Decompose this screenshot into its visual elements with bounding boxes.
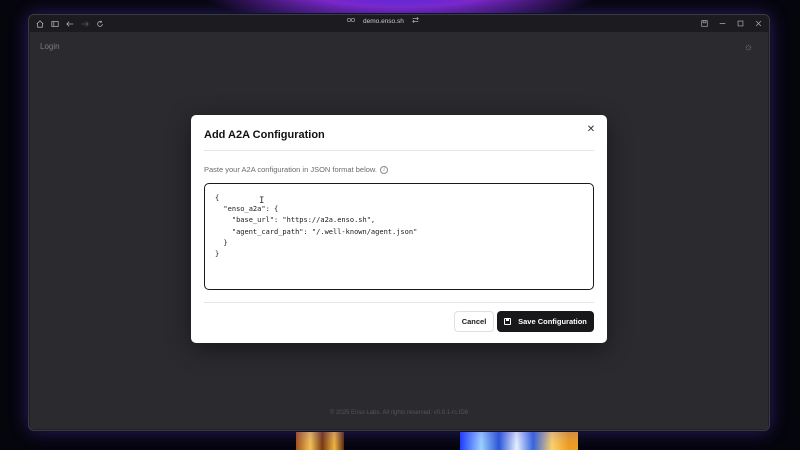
- reload-icon[interactable]: [92, 16, 107, 31]
- json-config-value[interactable]: { "enso_a2a": { "base_url": "https://a2a…: [215, 193, 583, 260]
- save-icon: [504, 318, 512, 325]
- browser-titlebar: demo.enso.sh: [29, 15, 769, 32]
- arrow-right-icon[interactable]: [77, 16, 92, 31]
- close-icon[interactable]: ✕: [585, 124, 597, 136]
- wallpaper-strip-right: [460, 430, 578, 450]
- dialog-divider-bottom: [204, 302, 594, 303]
- arrow-left-icon[interactable]: [62, 16, 77, 31]
- dialog-description-row: Paste your A2A configuration in JSON for…: [204, 165, 389, 174]
- link-icon: [347, 17, 355, 25]
- text-cursor-icon: I: [259, 196, 265, 206]
- info-icon[interactable]: i: [380, 165, 389, 174]
- swap-icon[interactable]: [412, 16, 419, 25]
- save-button-label: Save Configuration: [518, 317, 587, 326]
- close-window-icon[interactable]: [749, 16, 767, 31]
- dialog-description: Paste your A2A configuration in JSON for…: [204, 165, 378, 174]
- theme-toggle-icon[interactable]: ☼: [744, 42, 753, 53]
- save-page-icon[interactable]: [695, 16, 713, 31]
- home-icon[interactable]: [32, 16, 47, 31]
- address-bar-url[interactable]: demo.enso.sh: [363, 18, 404, 25]
- tabs-icon[interactable]: [47, 16, 62, 31]
- page-header-label: Login: [40, 42, 60, 51]
- cancel-button[interactable]: Cancel: [454, 311, 494, 332]
- page-footer: © 2025 Enso Labs. All rights reserved. v…: [329, 410, 469, 416]
- cancel-button-label: Cancel: [461, 317, 487, 326]
- maximize-icon[interactable]: [731, 16, 749, 31]
- save-configuration-button[interactable]: Save Configuration: [497, 311, 594, 332]
- minimize-icon[interactable]: [713, 16, 731, 31]
- wallpaper-strip-left: [296, 430, 344, 450]
- dialog-divider-top: [204, 150, 594, 151]
- add-a2a-config-dialog: Add A2A Configuration ✕ Paste your A2A c…: [191, 115, 607, 343]
- dialog-title: Add A2A Configuration: [204, 129, 325, 141]
